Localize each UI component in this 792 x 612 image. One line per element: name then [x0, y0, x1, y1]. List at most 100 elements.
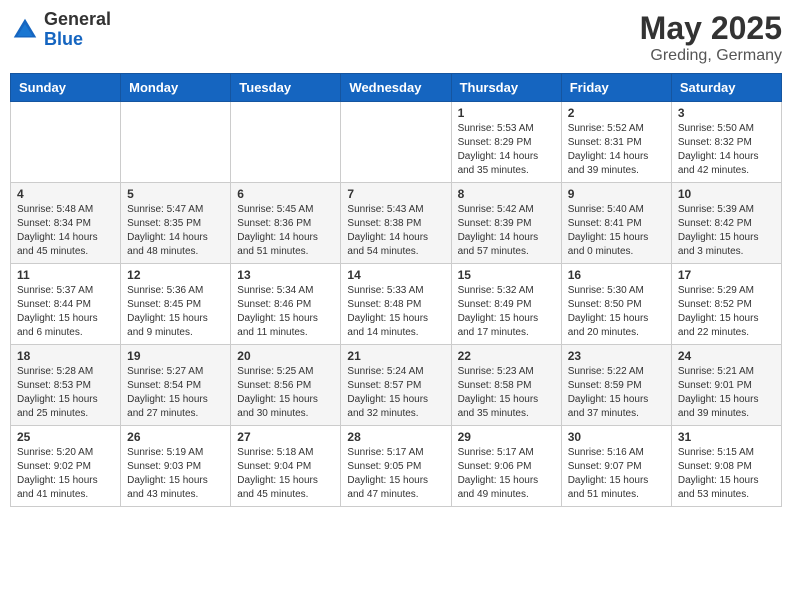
day-number-16: 16	[568, 268, 665, 282]
cell-week4-day7: 24 Sunrise: 5:21 AM Sunset: 9:01 PM Dayli…	[671, 345, 781, 426]
day-info-14: Sunrise: 5:33 AM Sunset: 8:48 PM Dayligh…	[347, 284, 444, 340]
day-number-15: 15	[458, 268, 555, 282]
cell-week2-day6: 9Sunrise: 5:40 AM Sunset: 8:41 PM Daylig…	[561, 183, 671, 264]
day-info-20: Sunrise: 5:25 AM Sunset: 8:56 PM Dayligh…	[237, 365, 334, 421]
cell-week2-day1: 4Sunrise: 5:48 AM Sunset: 8:34 PM Daylig…	[11, 183, 121, 264]
day-info-22: Sunrise: 5:23 AM Sunset: 8:58 PM Dayligh…	[458, 365, 555, 421]
day-number-14: 14	[347, 268, 444, 282]
header-monday: Monday	[121, 74, 231, 102]
cell-week5-day6: 30Sunrise: 5:16 AM Sunset: 9:07 PM Dayli…	[561, 426, 671, 507]
header-thursday: Thursday	[451, 74, 561, 102]
day-info-4: Sunrise: 5:48 AM Sunset: 8:34 PM Dayligh…	[17, 203, 114, 259]
day-info-21: Sunrise: 5:24 AM Sunset: 8:57 PM Dayligh…	[347, 365, 444, 421]
cell-week2-day3: 6 Sunrise: 5:45 AM Sunset: 8:36 PM Daylig…	[231, 183, 341, 264]
day-info-15: Sunrise: 5:32 AM Sunset: 8:49 PM Dayligh…	[458, 284, 555, 340]
cell-week2-day4: 7 Sunrise: 5:43 AM Sunset: 8:38 PM Daylig…	[341, 183, 451, 264]
cell-week2-day5: 8 Sunrise: 5:42 AM Sunset: 8:39 PM Daylig…	[451, 183, 561, 264]
day-info-29: Sunrise: 5:17 AM Sunset: 9:06 PM Dayligh…	[458, 446, 555, 502]
calendar-table: SundayMondayTuesdayWednesdayThursdayFrid…	[10, 73, 782, 507]
month-title: May 2025	[640, 10, 782, 47]
cell-week1-day6: 2Sunrise: 5:52 AM Sunset: 8:31 PM Daylig…	[561, 102, 671, 183]
header-tuesday: Tuesday	[231, 74, 341, 102]
week-row-1: 1 Sunrise: 5:53 AM Sunset: 8:29 PM Daylig…	[11, 102, 782, 183]
day-info-5: Sunrise: 5:47 AM Sunset: 8:35 PM Dayligh…	[127, 203, 224, 259]
cell-week1-day5: 1 Sunrise: 5:53 AM Sunset: 8:29 PM Daylig…	[451, 102, 561, 183]
title-section: May 2025 Greding, Germany	[640, 10, 782, 65]
day-info-6: Sunrise: 5:45 AM Sunset: 8:36 PM Dayligh…	[237, 203, 334, 259]
day-number-10: 10	[678, 187, 775, 201]
weekday-header-row: SundayMondayTuesdayWednesdayThursdayFrid…	[11, 74, 782, 102]
day-info-8: Sunrise: 5:42 AM Sunset: 8:39 PM Dayligh…	[458, 203, 555, 259]
day-number-27: 27	[237, 430, 334, 444]
day-info-10: Sunrise: 5:39 AM Sunset: 8:42 PM Dayligh…	[678, 203, 775, 259]
day-number-2: 2	[568, 106, 665, 120]
day-number-24: 24	[678, 349, 775, 363]
cell-week4-day6: 23 Sunrise: 5:22 AM Sunset: 8:59 PM Dayli…	[561, 345, 671, 426]
day-info-7: Sunrise: 5:43 AM Sunset: 8:38 PM Dayligh…	[347, 203, 444, 259]
day-number-12: 12	[127, 268, 224, 282]
cell-week3-day3: 13 Sunrise: 5:34 AM Sunset: 8:46 PM Dayli…	[231, 264, 341, 345]
day-number-8: 8	[458, 187, 555, 201]
cell-week4-day5: 22Sunrise: 5:23 AM Sunset: 8:58 PM Dayli…	[451, 345, 561, 426]
day-info-28: Sunrise: 5:17 AM Sunset: 9:05 PM Dayligh…	[347, 446, 444, 502]
day-info-17: Sunrise: 5:29 AM Sunset: 8:52 PM Dayligh…	[678, 284, 775, 340]
day-info-26: Sunrise: 5:19 AM Sunset: 9:03 PM Dayligh…	[127, 446, 224, 502]
cell-week4-day4: 21 Sunrise: 5:24 AM Sunset: 8:57 PM Dayli…	[341, 345, 451, 426]
day-info-16: Sunrise: 5:30 AM Sunset: 8:50 PM Dayligh…	[568, 284, 665, 340]
day-info-12: Sunrise: 5:36 AM Sunset: 8:45 PM Dayligh…	[127, 284, 224, 340]
day-number-18: 18	[17, 349, 114, 363]
day-number-11: 11	[17, 268, 114, 282]
cell-week3-day2: 12 Sunrise: 5:36 AM Sunset: 8:45 PM Dayli…	[121, 264, 231, 345]
location-title: Greding, Germany	[640, 47, 782, 65]
day-info-3: Sunrise: 5:50 AM Sunset: 8:32 PM Dayligh…	[678, 122, 775, 178]
day-info-25: Sunrise: 5:20 AM Sunset: 9:02 PM Dayligh…	[17, 446, 114, 502]
day-number-25: 25	[17, 430, 114, 444]
cell-week1-day1	[11, 102, 121, 183]
cell-week4-day2: 19 Sunrise: 5:27 AM Sunset: 8:54 PM Dayli…	[121, 345, 231, 426]
day-number-30: 30	[568, 430, 665, 444]
day-info-19: Sunrise: 5:27 AM Sunset: 8:54 PM Dayligh…	[127, 365, 224, 421]
header-saturday: Saturday	[671, 74, 781, 102]
logo: General Blue	[10, 10, 111, 50]
logo-icon	[10, 15, 40, 45]
day-number-23: 23	[568, 349, 665, 363]
day-number-13: 13	[237, 268, 334, 282]
day-info-1: Sunrise: 5:53 AM Sunset: 8:29 PM Dayligh…	[458, 122, 555, 178]
cell-week1-day7: 3 Sunrise: 5:50 AM Sunset: 8:32 PM Daylig…	[671, 102, 781, 183]
cell-week3-day6: 16 Sunrise: 5:30 AM Sunset: 8:50 PM Dayli…	[561, 264, 671, 345]
cell-week2-day7: 10 Sunrise: 5:39 AM Sunset: 8:42 PM Dayli…	[671, 183, 781, 264]
day-info-11: Sunrise: 5:37 AM Sunset: 8:44 PM Dayligh…	[17, 284, 114, 340]
day-info-31: Sunrise: 5:15 AM Sunset: 9:08 PM Dayligh…	[678, 446, 775, 502]
day-info-23: Sunrise: 5:22 AM Sunset: 8:59 PM Dayligh…	[568, 365, 665, 421]
day-number-1: 1	[458, 106, 555, 120]
day-number-28: 28	[347, 430, 444, 444]
day-info-13: Sunrise: 5:34 AM Sunset: 8:46 PM Dayligh…	[237, 284, 334, 340]
cell-week3-day4: 14 Sunrise: 5:33 AM Sunset: 8:48 PM Dayli…	[341, 264, 451, 345]
cell-week5-day7: 31 Sunrise: 5:15 AM Sunset: 9:08 PM Dayli…	[671, 426, 781, 507]
logo-general: General	[44, 10, 111, 30]
header-wednesday: Wednesday	[341, 74, 451, 102]
day-info-24: Sunrise: 5:21 AM Sunset: 9:01 PM Dayligh…	[678, 365, 775, 421]
cell-week1-day2	[121, 102, 231, 183]
cell-week5-day3: 27 Sunrise: 5:18 AM Sunset: 9:04 PM Dayli…	[231, 426, 341, 507]
day-number-17: 17	[678, 268, 775, 282]
day-info-27: Sunrise: 5:18 AM Sunset: 9:04 PM Dayligh…	[237, 446, 334, 502]
day-number-21: 21	[347, 349, 444, 363]
day-number-20: 20	[237, 349, 334, 363]
day-info-18: Sunrise: 5:28 AM Sunset: 8:53 PM Dayligh…	[17, 365, 114, 421]
logo-text: General Blue	[44, 10, 111, 50]
cell-week3-day1: 11 Sunrise: 5:37 AM Sunset: 8:44 PM Dayli…	[11, 264, 121, 345]
week-row-2: 4Sunrise: 5:48 AM Sunset: 8:34 PM Daylig…	[11, 183, 782, 264]
day-number-3: 3	[678, 106, 775, 120]
week-row-3: 11 Sunrise: 5:37 AM Sunset: 8:44 PM Dayli…	[11, 264, 782, 345]
cell-week1-day3	[231, 102, 341, 183]
cell-week5-day4: 28 Sunrise: 5:17 AM Sunset: 9:05 PM Dayli…	[341, 426, 451, 507]
day-number-6: 6	[237, 187, 334, 201]
day-number-31: 31	[678, 430, 775, 444]
day-number-7: 7	[347, 187, 444, 201]
day-number-9: 9	[568, 187, 665, 201]
cell-week4-day3: 20 Sunrise: 5:25 AM Sunset: 8:56 PM Dayli…	[231, 345, 341, 426]
day-number-19: 19	[127, 349, 224, 363]
page-header: General Blue May 2025 Greding, Germany	[10, 10, 782, 65]
day-number-26: 26	[127, 430, 224, 444]
